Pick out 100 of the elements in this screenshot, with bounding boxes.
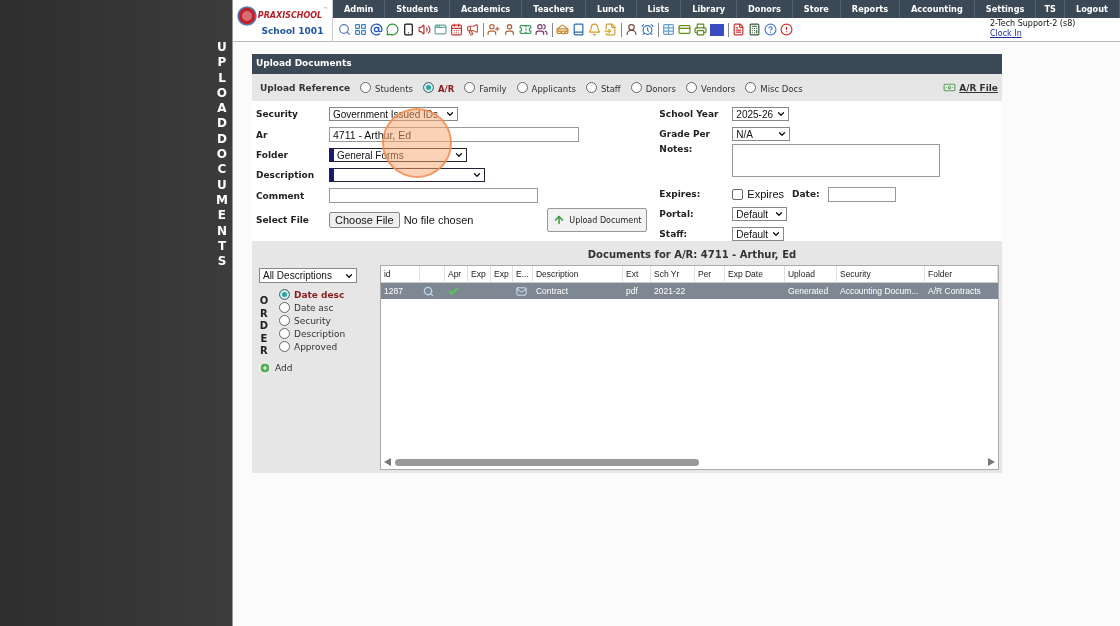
radio-button[interactable]: [464, 82, 476, 93]
reference-label: Upload Reference: [259, 82, 351, 93]
column-header[interactable]: Exp: [467, 266, 491, 282]
scroll-left-icon[interactable]: [383, 458, 391, 466]
radio-button[interactable]: [745, 82, 757, 93]
upload-button[interactable]: Upload Document: [547, 208, 648, 232]
table-row[interactable]: 1287 Contract pdf 2021-22 Generated Accounting Docum... A/R Contracts: [380, 283, 998, 299]
select-field[interactable]: General Forms: [328, 148, 467, 162]
column-header[interactable]: Exp Date: [724, 266, 785, 282]
radio-button[interactable]: [585, 82, 597, 93]
megaphone-icon[interactable]: [466, 23, 480, 36]
nav-item[interactable]: TS: [1036, 0, 1065, 18]
radio-button[interactable]: [278, 341, 290, 352]
column-header[interactable]: Upload: [784, 266, 837, 282]
table-icon[interactable]: [662, 23, 676, 36]
file-status: No file chosen: [403, 214, 474, 226]
radio-button[interactable]: [278, 328, 290, 339]
table-cell-text: 1287: [382, 285, 404, 298]
person-icon[interactable]: [625, 23, 639, 36]
nav-item[interactable]: Lists: [636, 0, 682, 18]
speaker-icon[interactable]: [418, 23, 432, 36]
nav-item[interactable]: Accounting: [900, 0, 975, 18]
nav-item[interactable]: Academics: [450, 0, 523, 18]
nav-item[interactable]: Library: [681, 0, 738, 18]
view-icon[interactable]: [422, 285, 434, 297]
chat-icon[interactable]: [386, 23, 400, 36]
notes-field[interactable]: [732, 144, 941, 177]
printer-icon[interactable]: [694, 23, 708, 36]
help-icon[interactable]: [764, 23, 778, 36]
radio-button[interactable]: [278, 289, 290, 300]
chevron-icon: [776, 109, 787, 119]
field-label: School Year: [659, 109, 720, 119]
card-icon[interactable]: [678, 23, 692, 36]
input-field[interactable]: [328, 188, 538, 203]
nav-item[interactable]: Reports: [840, 0, 901, 18]
nav-item[interactable]: Lunch: [585, 0, 637, 18]
phone-icon[interactable]: [402, 23, 416, 36]
radio-button[interactable]: [686, 82, 697, 93]
column-header[interactable]: E...: [512, 266, 533, 282]
select-field[interactable]: 2025-26: [732, 107, 790, 121]
window-icon[interactable]: [434, 23, 448, 36]
column-header[interactable]: Ext: [622, 266, 651, 282]
column-header[interactable]: Apr: [444, 266, 468, 282]
scrollbar-thumb[interactable]: [394, 458, 699, 466]
scroll-right-icon[interactable]: [987, 458, 995, 466]
nav-item[interactable]: Admin: [332, 0, 386, 18]
choose-file-button[interactable]: Choose File: [328, 212, 400, 228]
clock-in-link[interactable]: Clock In: [990, 28, 1022, 39]
banknote-icon: [943, 81, 957, 94]
square-icon[interactable]: [710, 23, 725, 36]
nav-item[interactable]: Logout: [1064, 0, 1120, 18]
alarm-clock-icon[interactable]: [641, 23, 655, 36]
select-field[interactable]: Default: [732, 227, 785, 241]
field-label: Comment: [255, 190, 306, 201]
radio-button[interactable]: [630, 82, 642, 93]
column-header[interactable]: Per: [694, 266, 725, 282]
grid-icon[interactable]: [354, 23, 368, 36]
nav-item[interactable]: Students: [385, 0, 450, 18]
select-field[interactable]: [328, 168, 485, 182]
at-sign-icon[interactable]: [370, 23, 384, 36]
search-icon[interactable]: [338, 23, 352, 36]
column-header[interactable]: Sch Yr: [650, 266, 695, 282]
add-link[interactable]: Add: [258, 361, 380, 374]
radio-button[interactable]: [278, 315, 290, 326]
calendar-icon[interactable]: [450, 23, 464, 36]
field-label: Staff:: [659, 229, 689, 239]
nav-item[interactable]: Teachers: [522, 0, 586, 18]
date-label: Date:: [792, 189, 820, 199]
radio-button[interactable]: [516, 82, 528, 93]
column-header[interactable]: Description: [532, 266, 623, 282]
expires-checkbox[interactable]: [732, 188, 744, 200]
radio-label: Staff: [600, 84, 621, 94]
sandwich-icon[interactable]: [556, 23, 570, 36]
nav-item[interactable]: Store: [792, 0, 841, 18]
radio-button[interactable]: [360, 82, 372, 93]
radio-label: Security: [293, 316, 331, 326]
ar-file-link[interactable]: A/R File: [943, 81, 998, 94]
user-plus-icon[interactable]: [487, 23, 501, 36]
document-icon[interactable]: [732, 23, 746, 36]
column-header[interactable]: Exp: [490, 266, 513, 282]
ticket-icon[interactable]: [519, 23, 533, 36]
radio-button[interactable]: [423, 82, 434, 93]
filter-select[interactable]: All Descriptions: [258, 268, 357, 283]
users-icon[interactable]: [535, 23, 549, 36]
column-header[interactable]: Security: [836, 266, 925, 282]
nav-item[interactable]: Settings: [974, 0, 1037, 18]
select-field[interactable]: Default: [732, 207, 788, 221]
mail-icon[interactable]: [515, 285, 527, 297]
table-cell-text: Accounting Docum...: [838, 285, 920, 298]
date-field[interactable]: [827, 186, 896, 202]
column-header[interactable]: Folder: [924, 266, 998, 282]
select-field[interactable]: N/A: [732, 127, 791, 141]
alert-icon[interactable]: [780, 23, 794, 36]
field-label: Select File: [255, 215, 310, 225]
book-icon[interactable]: [572, 23, 586, 36]
cash-register-icon[interactable]: [748, 23, 762, 36]
nav-item[interactable]: Donors: [737, 0, 793, 18]
user-icon[interactable]: [503, 23, 517, 36]
radio-button[interactable]: [278, 302, 290, 313]
column-header[interactable]: id: [380, 266, 420, 282]
